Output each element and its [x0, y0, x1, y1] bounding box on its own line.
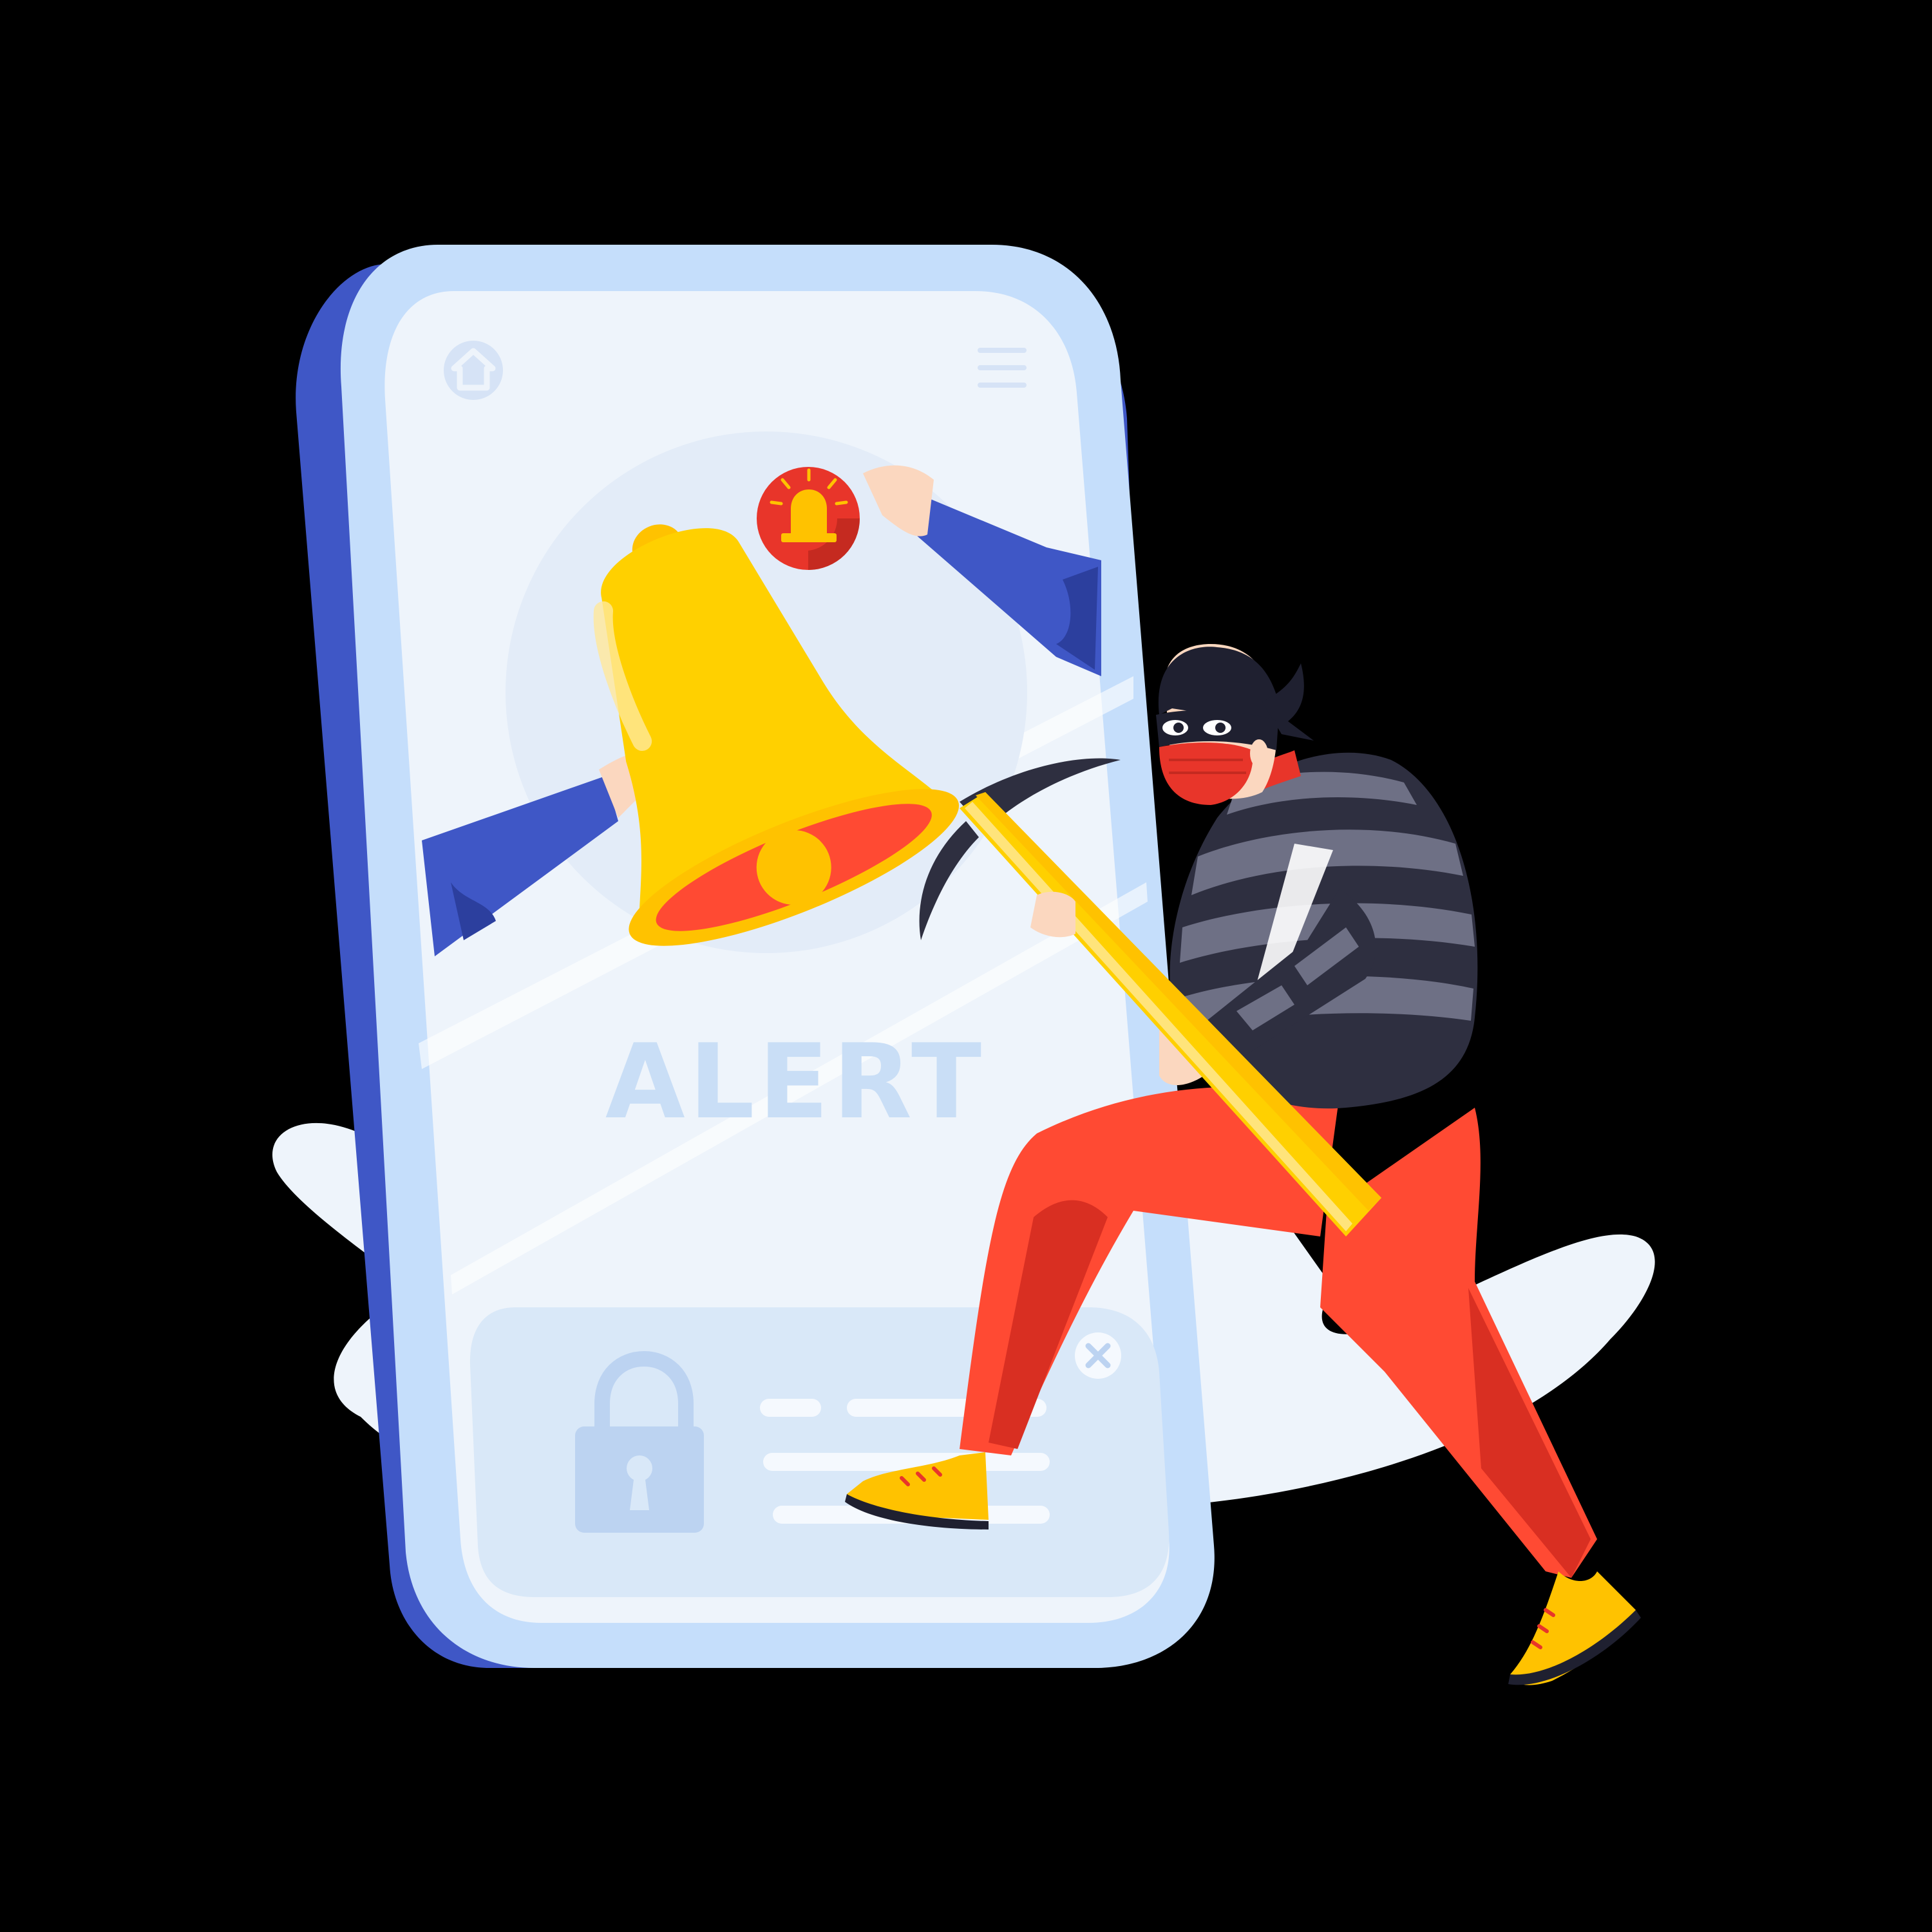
close-icon[interactable] — [1075, 1332, 1121, 1379]
thief-hand — [1030, 891, 1075, 938]
alert-headline: ALERT — [605, 1021, 985, 1142]
notification-card[interactable] — [469, 1307, 1170, 1597]
home-icon[interactable] — [444, 341, 503, 400]
phone: ALERT — [296, 245, 1215, 1668]
thief-shoe-back — [1508, 1571, 1641, 1685]
illustration-stage: ALERT — [0, 0, 1932, 1932]
siren-icon — [757, 467, 860, 570]
